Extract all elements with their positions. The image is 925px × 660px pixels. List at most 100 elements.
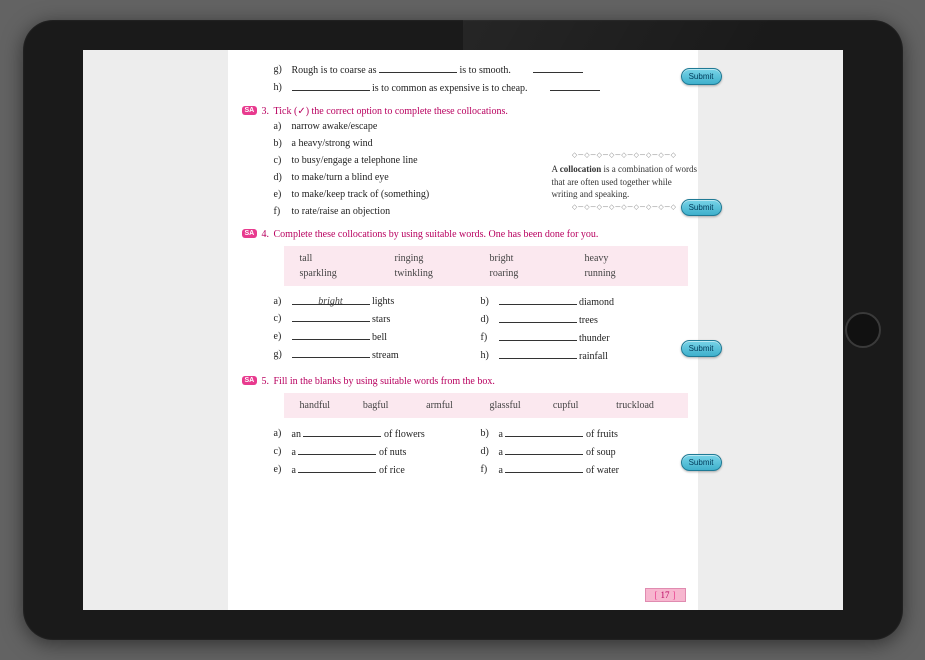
blank-input[interactable] xyxy=(499,330,577,341)
item-label: h) xyxy=(274,80,282,95)
blank-input[interactable] xyxy=(292,329,370,340)
q4-item: c) stars xyxy=(274,311,481,327)
word-option: running xyxy=(581,266,676,281)
submit-button-q5[interactable]: Submit xyxy=(681,454,722,471)
question-number: 5. xyxy=(262,376,270,387)
blank-input[interactable] xyxy=(505,444,583,455)
q4-item: f) thunder xyxy=(481,330,688,346)
item-label: f) xyxy=(274,204,281,219)
word-option: handful xyxy=(296,398,359,413)
blank-input[interactable] xyxy=(533,62,583,73)
blank-input[interactable] xyxy=(292,311,370,322)
blank-input[interactable] xyxy=(505,462,583,473)
blank-input[interactable] xyxy=(292,347,370,358)
blank-input[interactable] xyxy=(298,444,376,455)
item-label: e) xyxy=(274,329,282,344)
text: lights xyxy=(372,296,394,307)
item-label: c) xyxy=(274,311,282,326)
text-bold: collocation xyxy=(560,164,602,174)
tablet-frame: g) Rough is to coarse as is to smooth. h… xyxy=(23,20,903,640)
decorative-border: ◇─◇─◇─◇─◇─◇─◇─◇─◇ xyxy=(552,203,698,212)
question-number: 4. xyxy=(262,229,270,240)
blank-input[interactable] xyxy=(303,426,381,437)
q4-item: e) bell xyxy=(274,329,481,345)
submit-button-q4[interactable]: Submit xyxy=(681,340,722,357)
text: to busy/engage a telephone line xyxy=(292,155,418,166)
item-label: d) xyxy=(274,170,282,185)
text: a xyxy=(499,447,503,458)
blank-input[interactable] xyxy=(499,348,577,359)
item-label: c) xyxy=(274,444,282,459)
text: ) the correct option to complete these c… xyxy=(306,106,508,117)
sa-badge: SA xyxy=(242,229,258,238)
q3-heading: SA 3. Tick (✓) the correct option to com… xyxy=(240,106,688,117)
word-option: tall xyxy=(296,251,391,266)
text: of soup xyxy=(586,447,616,458)
text: of nuts xyxy=(379,447,407,458)
blank-input[interactable] xyxy=(505,426,583,437)
page-number-value: 17 xyxy=(661,590,670,600)
home-button[interactable] xyxy=(845,312,881,348)
text: a xyxy=(292,465,296,476)
q4-item: b) diamond xyxy=(481,294,688,310)
q5-heading: SA 5. Fill in the blanks by using suitab… xyxy=(240,376,688,387)
item-label: d) xyxy=(481,444,489,459)
q5-item: f)a of water xyxy=(481,462,688,478)
word-option: bagful xyxy=(359,398,422,413)
word-option: roaring xyxy=(486,266,581,281)
blank-input[interactable] xyxy=(379,62,457,73)
q4-item: a)bright lights xyxy=(274,294,481,309)
page-margin-right xyxy=(698,50,843,610)
item-label: e) xyxy=(274,187,282,202)
question-number: 3. xyxy=(262,106,270,117)
decorative-border: ◇─◇─◇─◇─◇─◇─◇─◇─◇ xyxy=(552,151,698,160)
blank-input[interactable] xyxy=(550,80,600,91)
text: to make/keep track of (something) xyxy=(292,189,430,200)
text: stars xyxy=(372,314,390,325)
text: of rice xyxy=(379,465,405,476)
text: rainfall xyxy=(579,351,608,362)
page-margin-left xyxy=(83,50,228,610)
text: stream xyxy=(372,350,399,361)
text: is to common as expensive is to cheap. xyxy=(372,83,528,94)
sa-badge: SA xyxy=(242,376,258,385)
item-label: g) xyxy=(274,62,282,77)
text: Tick ( xyxy=(274,106,298,117)
text: A xyxy=(552,164,560,174)
blank-input[interactable] xyxy=(499,294,577,305)
item-label: g) xyxy=(274,347,282,362)
item-label: d) xyxy=(481,312,489,327)
page-number: [17] xyxy=(645,588,686,602)
q2-item-g: g) Rough is to coarse as is to smooth. xyxy=(240,62,688,78)
text: a xyxy=(499,465,503,476)
submit-button-q2[interactable]: Submit xyxy=(681,68,722,85)
text: of water xyxy=(586,465,619,476)
item-label: a) xyxy=(274,426,282,441)
text: an xyxy=(292,429,301,440)
screen: g) Rough is to coarse as is to smooth. h… xyxy=(83,50,843,610)
word-option: bright xyxy=(486,251,581,266)
text: a xyxy=(292,447,296,458)
q4-wordbox: tall ringing bright heavy sparkling twin… xyxy=(284,246,688,286)
word-option: armful xyxy=(422,398,485,413)
item-label: c) xyxy=(274,153,282,168)
q4-item: g) stream xyxy=(274,347,481,363)
collocation-callout: ◇─◇─◇─◇─◇─◇─◇─◇─◇ A collocation is a com… xyxy=(546,140,704,223)
q3-item[interactable]: a)narrow awake/escape xyxy=(240,119,688,134)
q5-item: b)a of fruits xyxy=(481,426,688,442)
blank-input[interactable] xyxy=(499,312,577,323)
blank-input[interactable] xyxy=(292,80,370,91)
q4-answers: a)bright lights c) stars e) bell g) stre… xyxy=(240,292,688,366)
q4-heading: SA 4. Complete these collocations by usi… xyxy=(240,229,688,240)
word-option: sparkling xyxy=(296,266,391,281)
word-option: twinkling xyxy=(391,266,486,281)
word-option: glassful xyxy=(485,398,548,413)
text: Complete these collocations by using sui… xyxy=(274,229,599,240)
q2-item-h: h) is to common as expensive is to cheap… xyxy=(240,80,688,96)
item-label: e) xyxy=(274,462,282,477)
text: thunder xyxy=(579,333,610,344)
q5-item: e) a of rice xyxy=(274,462,481,478)
blank-input[interactable] xyxy=(298,462,376,473)
blank-input[interactable]: bright xyxy=(292,294,370,305)
q5-item: d) a of soup xyxy=(481,444,688,460)
